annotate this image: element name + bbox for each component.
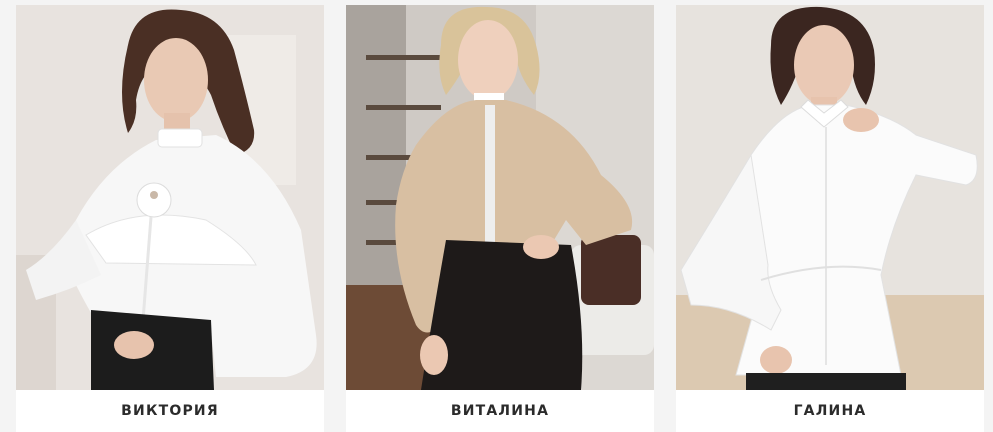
product-card-galina[interactable]: ГАЛИНА <box>676 5 984 432</box>
product-image-viktoria[interactable] <box>16 5 324 390</box>
product-grid: ВИКТОРИЯ ВИТАЛИНА ГАЛИНА <box>0 0 993 432</box>
product-image-vitalina[interactable] <box>346 5 654 390</box>
product-card-viktoria[interactable]: ВИКТОРИЯ <box>16 5 324 432</box>
product-name-viktoria[interactable]: ВИКТОРИЯ <box>16 390 324 432</box>
product-card-vitalina[interactable]: ВИТАЛИНА <box>346 5 654 432</box>
product-image-galina[interactable] <box>676 5 984 390</box>
product-name-galina[interactable]: ГАЛИНА <box>676 390 984 432</box>
product-name-vitalina[interactable]: ВИТАЛИНА <box>346 390 654 432</box>
